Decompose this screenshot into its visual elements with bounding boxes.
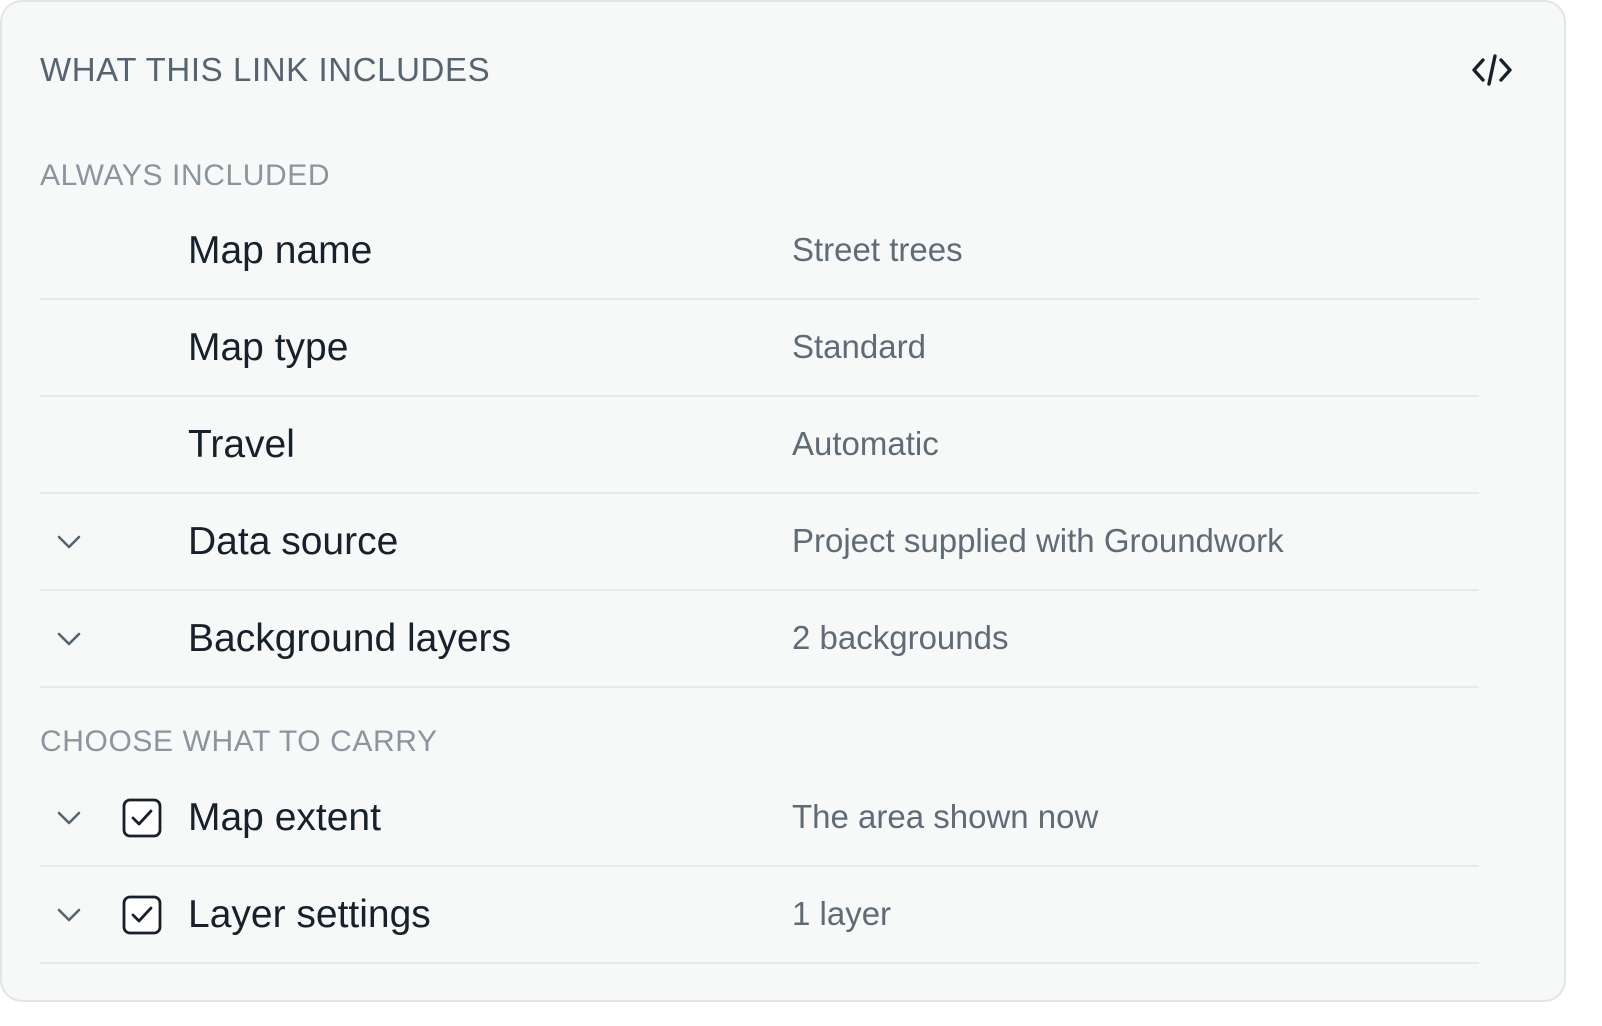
- row-label: Map extent: [188, 796, 381, 839]
- chevron-down-icon[interactable]: [52, 898, 86, 932]
- checkbox-checked-icon: [122, 798, 162, 838]
- row-travel: Travel Automatic: [40, 398, 1479, 494]
- chevron-down-icon[interactable]: [52, 622, 86, 656]
- code-icon: [1472, 54, 1512, 86]
- row-value: Project supplied with Groundwork: [792, 522, 1284, 559]
- layer-settings-checkbox[interactable]: [122, 895, 162, 935]
- row-value: Automatic: [792, 425, 939, 462]
- row-label: Map name: [188, 229, 373, 272]
- row-value: 2 backgrounds: [792, 619, 1009, 656]
- row-label: Data source: [188, 520, 399, 563]
- section-label-always-included: ALWAYS INCLUDED: [40, 159, 331, 192]
- row-map-type: Map type Standard: [40, 301, 1479, 397]
- row-label: Travel: [188, 423, 295, 466]
- row-label: Layer settings: [188, 893, 431, 936]
- section-label-choose-what-to-carry: CHOOSE WHAT TO CARRY: [40, 725, 438, 758]
- row-data-source[interactable]: Data source Project supplied with Ground…: [40, 495, 1479, 591]
- row-map-extent[interactable]: Map extent The area shown now: [40, 771, 1479, 867]
- panel-title: WHAT THIS LINK INCLUDES: [40, 51, 491, 88]
- row-value: 1 layer: [792, 895, 892, 932]
- map-extent-checkbox[interactable]: [122, 798, 162, 838]
- row-label: Map type: [188, 326, 349, 369]
- row-map-name: Map name Street trees: [40, 204, 1479, 300]
- chevron-down-icon[interactable]: [52, 801, 86, 835]
- row-value: Standard: [792, 328, 926, 365]
- row-background-layers[interactable]: Background layers 2 backgrounds: [40, 592, 1479, 688]
- chevron-down-icon[interactable]: [52, 525, 86, 559]
- row-label: Background layers: [188, 617, 512, 660]
- embed-code-button[interactable]: [1464, 48, 1520, 92]
- link-includes-panel: WHAT THIS LINK INCLUDES ALWAYS INCLUDED …: [0, 0, 1566, 1002]
- checkbox-checked-icon: [122, 895, 162, 935]
- row-value: The area shown now: [792, 798, 1099, 835]
- row-value: Street trees: [792, 231, 963, 268]
- row-layer-settings[interactable]: Layer settings 1 layer: [40, 868, 1479, 964]
